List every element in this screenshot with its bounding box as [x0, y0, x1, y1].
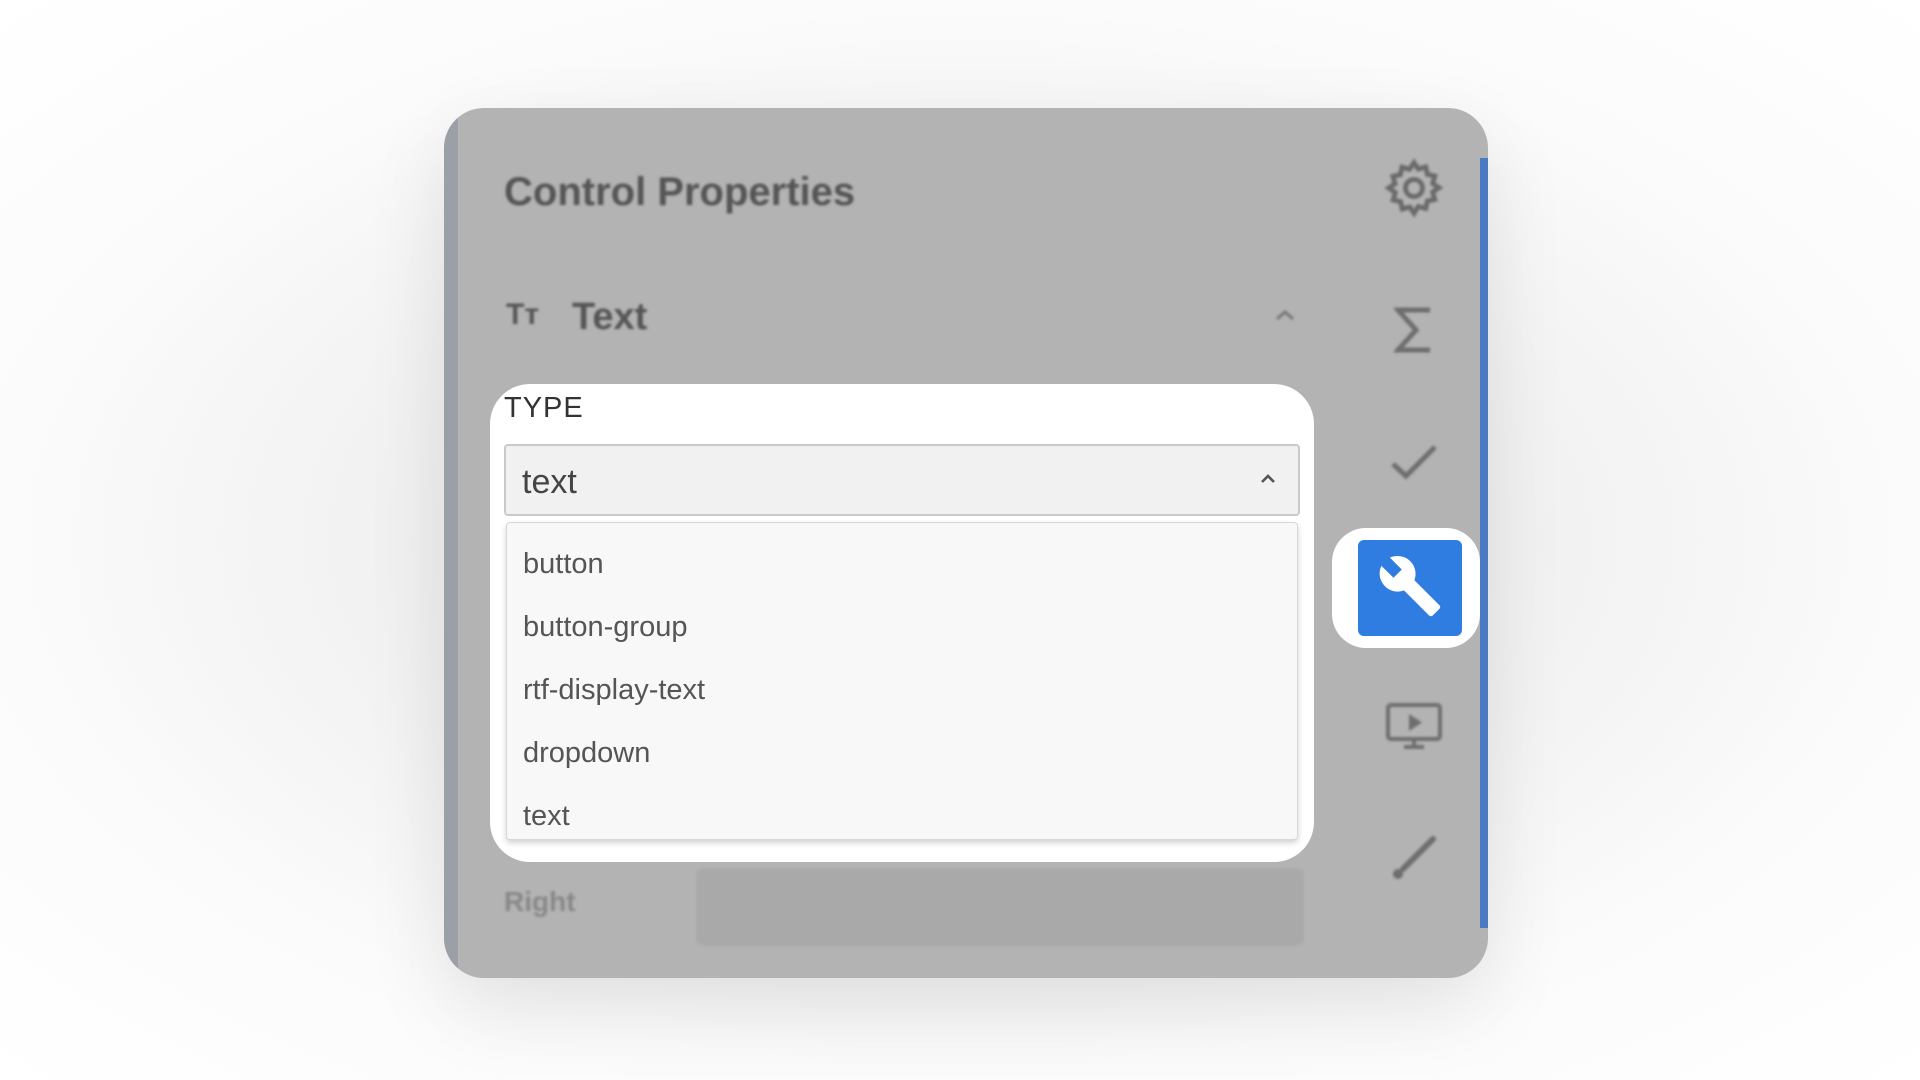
wrench-icon: [1377, 553, 1443, 624]
gear-icon[interactable]: [1382, 156, 1446, 220]
panel-left-edge: [444, 108, 458, 978]
right-field-label: Right: [504, 886, 576, 917]
chevron-up-icon[interactable]: [1256, 470, 1280, 488]
sigma-icon[interactable]: [1372, 288, 1456, 372]
panel-title: Control Properties: [504, 170, 856, 214]
dropdown-option-text[interactable]: text: [507, 785, 1297, 848]
dropdown-option-rtf-display-text[interactable]: rtf-display-text: [507, 659, 1297, 722]
type-select[interactable]: text: [504, 444, 1300, 516]
wrench-button[interactable]: [1358, 540, 1462, 636]
dropdown-option-button-group[interactable]: button-group: [507, 596, 1297, 659]
dropdown-option-button[interactable]: button: [507, 533, 1297, 596]
dropdown-option-dropdown[interactable]: dropdown: [507, 722, 1297, 785]
type-dropdown-list: button button-group rtf-display-text dro…: [506, 522, 1298, 840]
panel-right-scrollbar[interactable]: [1480, 158, 1488, 928]
chevron-up-icon[interactable]: [1268, 304, 1302, 328]
play-screen-icon[interactable]: [1372, 684, 1456, 768]
tutorial-stage: Control Properties Tт Text Right TYPE te…: [0, 0, 1920, 1080]
right-input[interactable]: [696, 868, 1304, 946]
checkmark-icon[interactable]: [1372, 420, 1456, 504]
brush-icon[interactable]: [1372, 816, 1456, 900]
section-title-text[interactable]: Text: [572, 296, 647, 339]
type-label: TYPE: [504, 392, 584, 424]
text-format-icon: Tт: [506, 298, 540, 331]
type-select-value: text: [522, 463, 577, 501]
